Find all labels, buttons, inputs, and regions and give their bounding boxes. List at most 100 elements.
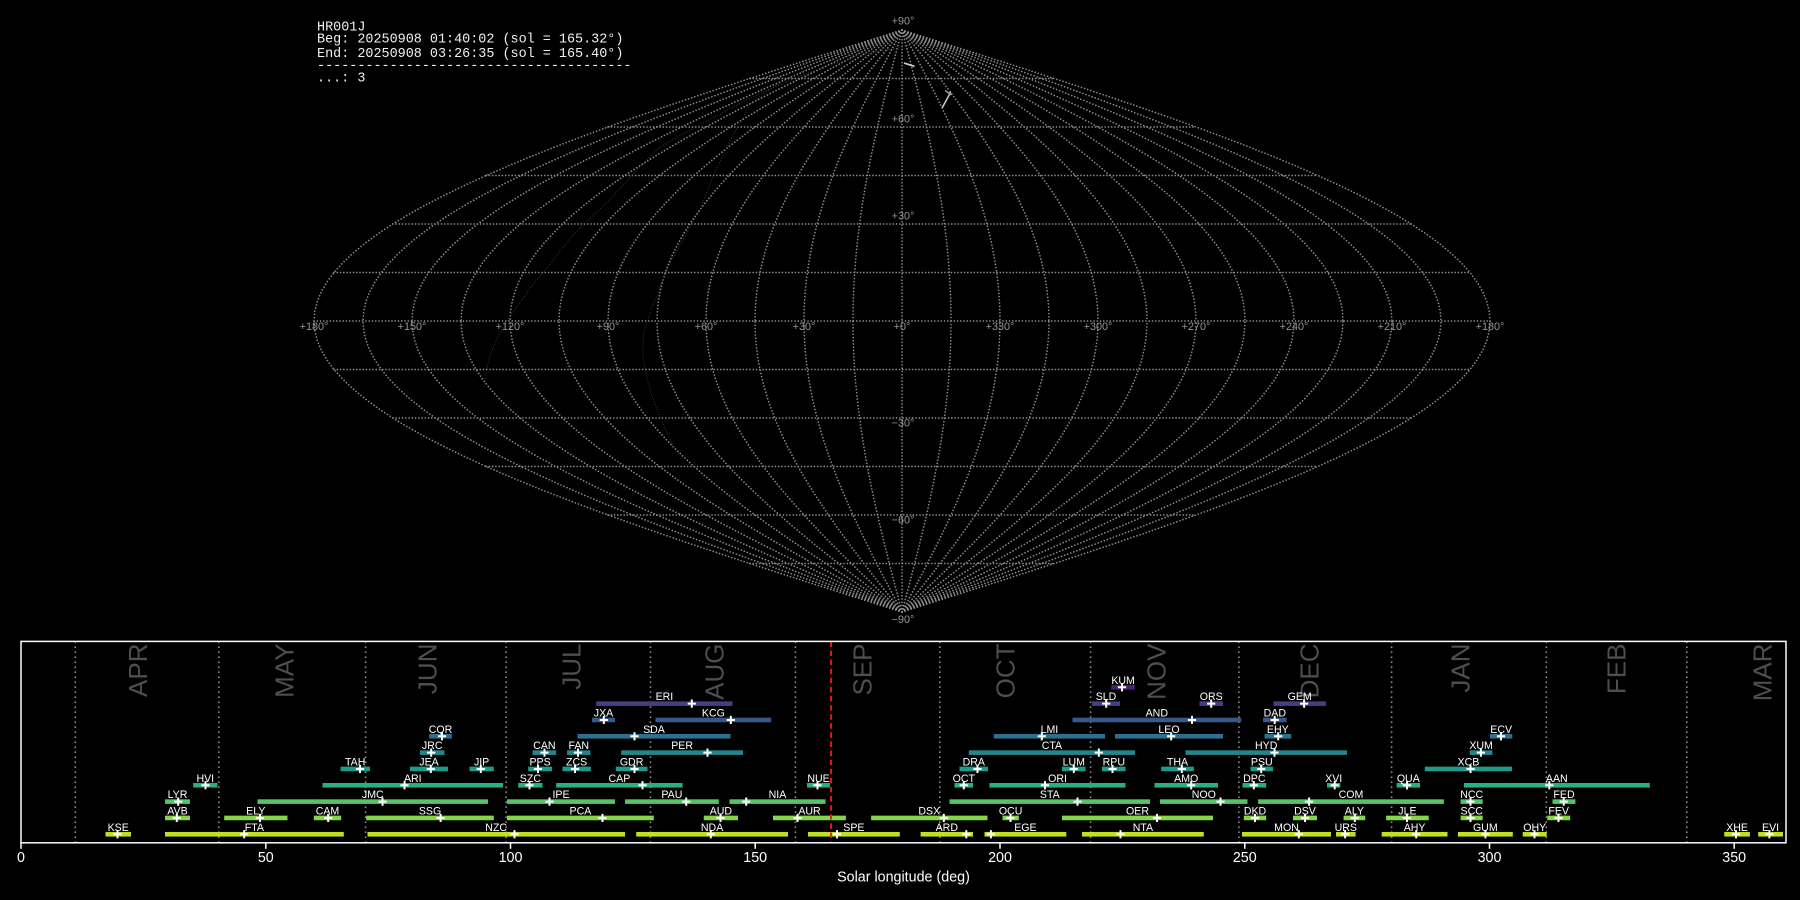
svg-text:EGE: EGE (1014, 822, 1036, 834)
svg-text:AND: AND (1146, 708, 1169, 720)
svg-text:+30°: +30° (892, 211, 915, 223)
svg-text:TAH: TAH (345, 757, 365, 769)
svg-text:AUG: AUG (699, 644, 729, 700)
svg-text:...: 3: ...: 3 (317, 72, 365, 87)
svg-text:+270°: +270° (1182, 321, 1211, 333)
svg-text:LEO: LEO (1158, 724, 1179, 736)
svg-text:Beg: 20250908 01:40:02 (sol =: Beg: 20250908 01:40:02 (sol = 165.32°) (317, 33, 623, 48)
svg-text:FAN: FAN (568, 740, 589, 752)
svg-text:ARI: ARI (404, 773, 422, 785)
svg-text:+150°: +150° (398, 321, 427, 333)
svg-text:DPC: DPC (1243, 773, 1266, 785)
svg-text:URS: URS (1335, 822, 1357, 834)
svg-text:AUD: AUD (710, 806, 733, 818)
svg-text:−30°: −30° (892, 417, 915, 429)
svg-text:QUA: QUA (1397, 773, 1421, 785)
svg-text:SPE: SPE (843, 822, 864, 834)
svg-text:+60°: +60° (892, 114, 915, 126)
svg-text:+90°: +90° (892, 16, 915, 28)
svg-text:350: 350 (1722, 850, 1746, 866)
svg-text:Solar longitude (deg): Solar longitude (deg) (837, 870, 970, 886)
svg-text:NDA: NDA (701, 822, 724, 834)
svg-text:GUM: GUM (1473, 822, 1498, 834)
svg-text:+330°: +330° (986, 321, 1015, 333)
svg-text:MAR: MAR (1747, 644, 1777, 702)
svg-text:ZCS: ZCS (566, 757, 587, 769)
svg-text:+30°: +30° (793, 321, 816, 333)
svg-text:APR: APR (123, 644, 153, 697)
svg-text:OCT: OCT (990, 643, 1020, 698)
svg-text:XCB: XCB (1458, 757, 1480, 769)
svg-text:DSX: DSX (918, 806, 940, 818)
svg-text:250: 250 (1233, 850, 1257, 866)
svg-text:ALY: ALY (1345, 806, 1364, 818)
svg-text:JUN: JUN (412, 644, 442, 695)
svg-text:IPE: IPE (552, 789, 569, 801)
svg-text:CAP: CAP (609, 773, 631, 785)
svg-text:FTA: FTA (245, 822, 265, 834)
svg-text:NOV: NOV (1141, 643, 1171, 700)
svg-text:HYD: HYD (1255, 740, 1278, 752)
svg-text:AVB: AVB (167, 806, 187, 818)
svg-text:HVI: HVI (196, 773, 214, 785)
svg-text:JXA: JXA (594, 708, 614, 720)
svg-text:DRA: DRA (963, 757, 986, 769)
svg-text:STA: STA (1040, 789, 1061, 801)
svg-text:ELY: ELY (246, 806, 265, 818)
svg-text:+300°: +300° (1084, 321, 1113, 333)
svg-text:+0°: +0° (894, 321, 911, 333)
svg-text:JEA: JEA (419, 757, 439, 769)
svg-text:NIA: NIA (769, 789, 788, 801)
svg-text:LYR: LYR (168, 789, 188, 801)
svg-text:CAN: CAN (533, 740, 555, 752)
svg-text:ECV: ECV (1490, 724, 1513, 736)
svg-text:JUL: JUL (556, 644, 586, 690)
svg-text:ARD: ARD (936, 822, 959, 834)
svg-text:RPU: RPU (1103, 757, 1125, 769)
svg-text:XUM: XUM (1469, 740, 1493, 752)
svg-text:100: 100 (499, 850, 523, 866)
svg-text:+240°: +240° (1280, 321, 1309, 333)
svg-text:THA: THA (1167, 757, 1189, 769)
svg-text:SCC: SCC (1461, 806, 1484, 818)
svg-text:LUM: LUM (1063, 757, 1085, 769)
svg-text:−60°: −60° (892, 514, 915, 526)
svg-text:+120°: +120° (496, 321, 525, 333)
svg-text:FEB: FEB (1601, 644, 1631, 695)
svg-text:300: 300 (1478, 850, 1502, 866)
svg-text:PCA: PCA (570, 806, 593, 818)
svg-text:DKD: DKD (1244, 806, 1267, 818)
svg-text:AAN: AAN (1546, 773, 1568, 785)
svg-text:NTA: NTA (1133, 822, 1154, 834)
svg-text:SLD: SLD (1096, 691, 1117, 703)
svg-text:ERI: ERI (656, 691, 674, 703)
svg-text:NUE: NUE (807, 773, 829, 785)
svg-text:DSV: DSV (1294, 806, 1317, 818)
svg-text:PSU: PSU (1251, 757, 1273, 769)
svg-text:JRC: JRC (422, 740, 443, 752)
svg-text:DEC: DEC (1294, 644, 1324, 699)
svg-text:KUM: KUM (1111, 675, 1135, 687)
svg-text:PAU: PAU (661, 789, 682, 801)
svg-text:+180°: +180° (1476, 321, 1505, 333)
svg-text:AUR: AUR (798, 806, 821, 818)
svg-text:XHE: XHE (1726, 822, 1748, 834)
svg-text:JIP: JIP (474, 757, 489, 769)
svg-text:LMI: LMI (1041, 724, 1059, 736)
svg-text:COM: COM (1339, 789, 1364, 801)
svg-text:GDR: GDR (620, 757, 644, 769)
svg-text:AHY: AHY (1404, 822, 1426, 834)
svg-text:50: 50 (258, 850, 274, 866)
svg-text:NOO: NOO (1192, 789, 1216, 801)
svg-text:OHY: OHY (1523, 822, 1546, 834)
svg-text:SZC: SZC (520, 773, 542, 785)
svg-text:JLE: JLE (1398, 806, 1416, 818)
svg-text:MAY: MAY (269, 644, 299, 698)
svg-text:OCU: OCU (999, 806, 1023, 818)
svg-text:EVI: EVI (1762, 822, 1779, 834)
svg-text:GEM: GEM (1288, 691, 1312, 703)
svg-text:SEP: SEP (847, 644, 877, 696)
svg-text:DAD: DAD (1264, 708, 1287, 720)
svg-text:+180°: +180° (300, 321, 329, 333)
svg-text:OCT: OCT (953, 773, 976, 785)
